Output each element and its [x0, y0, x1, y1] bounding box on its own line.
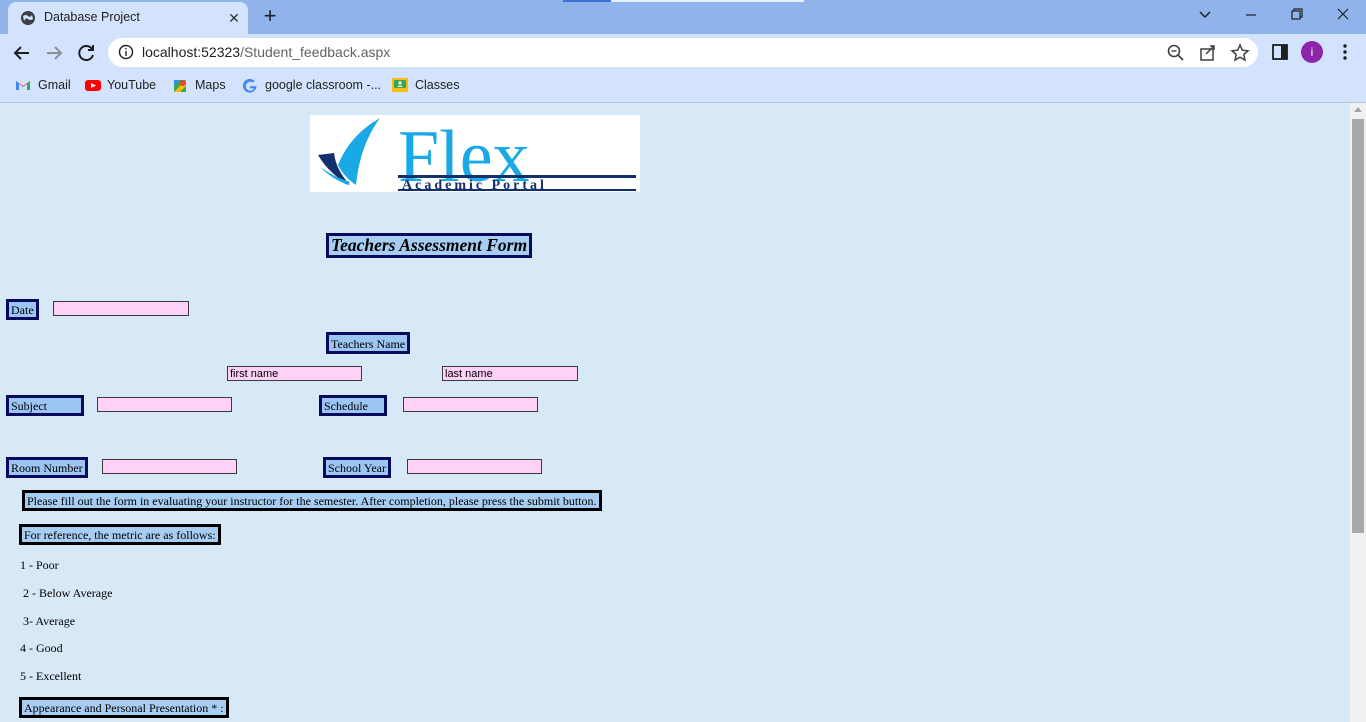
maps-icon — [174, 80, 186, 92]
bookmark-label: Classes — [415, 78, 460, 92]
schedule-input[interactable] — [403, 397, 538, 412]
teachers-name-label: Teachers Name — [326, 332, 411, 354]
page-scrollbar[interactable] — [1350, 103, 1366, 722]
metric-item: 5 - Excellent — [20, 669, 82, 683]
bookmark-label: google classroom -... — [265, 78, 382, 92]
flex-logo: Flex Academic Portal — [310, 115, 640, 198]
site-info-icon[interactable] — [118, 44, 134, 60]
classroom-icon — [392, 78, 408, 92]
bookmark-youtube[interactable]: YouTube — [84, 77, 159, 95]
first-name-input[interactable] — [227, 366, 362, 381]
tab-scroll-indicator — [563, 0, 611, 2]
form-title: Teachers Assessment Form — [326, 233, 533, 258]
url-text[interactable]: localhost:52323/Student_feedback.aspx — [142, 44, 390, 60]
youtube-icon — [85, 80, 101, 91]
url-path: /Student_feedback.aspx — [240, 44, 391, 60]
school-year-label: School Year — [323, 457, 392, 478]
google-g-icon — [242, 78, 257, 93]
address-bar[interactable]: localhost:52323/Student_feedback.aspx — [108, 38, 1258, 67]
forward-icon[interactable] — [41, 40, 67, 66]
reference-text: For reference, the metric are as follows… — [19, 524, 221, 545]
tab-search-chevron-icon[interactable] — [1190, 8, 1220, 22]
page-viewport: Flex Academic Portal Teachers Assessment… — [0, 103, 1350, 722]
profile-avatar[interactable]: i — [1301, 41, 1323, 63]
zoom-icon[interactable] — [1166, 43, 1186, 63]
room-number-label: Room Number — [6, 457, 88, 478]
room-number-input[interactable] — [102, 459, 237, 474]
tab-close-icon[interactable]: ✕ — [224, 8, 244, 28]
school-year-input[interactable] — [407, 459, 542, 474]
instructions-text: Please fill out the form in evaluating y… — [22, 490, 602, 511]
gmail-icon — [16, 81, 30, 90]
tab-strip: Database Project ✕ + — [0, 0, 1366, 34]
bookmark-classes[interactable]: Classes — [392, 77, 460, 95]
date-input[interactable] — [53, 301, 189, 316]
bookmark-star-icon[interactable] — [1230, 43, 1250, 63]
tab-title: Database Project — [44, 10, 140, 24]
bookmark-gmail[interactable]: Gmail — [15, 77, 75, 95]
bookmark-label: YouTube — [107, 78, 157, 92]
metric-item: 4 - Good — [20, 641, 63, 655]
subject-label: Subject — [6, 395, 84, 416]
scroll-thumb[interactable] — [1352, 119, 1364, 533]
bookmark-google-classroom[interactable]: google classroom -... — [242, 77, 382, 95]
url-host: localhost:52323 — [142, 44, 241, 60]
metric-item: 1 - Poor — [20, 558, 59, 572]
bookmark-label: Gmail — [38, 78, 71, 92]
minimize-icon[interactable] — [1236, 8, 1266, 22]
globe-icon — [21, 11, 35, 25]
browser-toolbar: localhost:52323/Student_feedback.aspx i — [0, 34, 1366, 71]
new-tab-icon[interactable]: + — [258, 5, 282, 29]
metric-item: 3- Average — [23, 614, 76, 628]
bookmark-maps[interactable]: Maps — [172, 77, 228, 95]
subject-input[interactable] — [97, 397, 232, 412]
tab-scroll-track — [611, 0, 804, 2]
close-window-icon[interactable] — [1328, 7, 1358, 23]
schedule-label: Schedule — [319, 395, 387, 416]
side-panel-icon[interactable] — [1270, 42, 1290, 62]
date-label: Date — [6, 299, 39, 320]
last-name-input[interactable] — [442, 366, 578, 381]
scroll-up-arrow-icon[interactable] — [1354, 107, 1362, 112]
restore-icon[interactable] — [1282, 7, 1312, 23]
menu-kebab-icon[interactable] — [1335, 42, 1355, 62]
back-icon[interactable] — [9, 40, 35, 66]
reload-icon[interactable] — [73, 40, 99, 66]
metric-item: 2 - Below Average — [23, 586, 113, 600]
bookmarks-bar: Gmail YouTube Maps google classroom -...… — [0, 71, 1366, 103]
flex-logo-graphic: Flex Academic Portal — [318, 116, 636, 198]
bookmark-label: Maps — [195, 78, 226, 92]
appearance-section-label: Appearance and Personal Presentation * : — [19, 697, 229, 718]
browser-tab[interactable]: Database Project ✕ — [8, 2, 248, 34]
share-icon[interactable] — [1198, 43, 1218, 63]
